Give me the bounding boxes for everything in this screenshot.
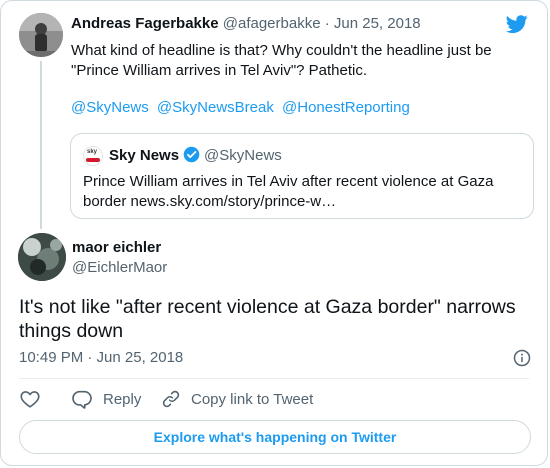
thread-connector-line — [40, 61, 42, 229]
mention-link[interactable]: @SkyNewsBreak — [157, 99, 274, 116]
author-name[interactable]: maor eichler — [72, 239, 161, 256]
explore-button[interactable]: Explore what's happening on Twitter — [19, 420, 531, 454]
sky-news-avatar: sky — [83, 146, 103, 166]
mention-link[interactable]: @SkyNews — [71, 99, 149, 116]
avatar[interactable] — [19, 13, 63, 57]
embedded-tweet-card: Andreas Fagerbakke @afagerbakke · Jun 25… — [0, 0, 548, 466]
author-name[interactable]: Andreas Fagerbakke — [71, 15, 219, 32]
sky-logo-icon: sky — [87, 149, 98, 155]
quoted-author-handle: @SkyNews — [204, 147, 282, 164]
author-handle[interactable]: @EichlerMaor — [72, 259, 167, 276]
link-icon — [162, 390, 180, 408]
author-handle[interactable]: @afagerbakke — [223, 15, 321, 32]
reply-button[interactable]: Reply — [71, 387, 141, 411]
quoted-tweet[interactable]: sky Sky News @SkyNews Prince William arri… — [70, 133, 534, 219]
verified-badge-icon — [183, 146, 200, 163]
parent-tweet-text: What kind of headline is that? Why could… — [71, 42, 492, 79]
divider — [19, 378, 529, 379]
info-icon[interactable] — [513, 349, 531, 367]
parent-tweet-header: Andreas Fagerbakke @afagerbakke · Jun 25… — [71, 15, 421, 32]
mention-link[interactable]: @HonestReporting — [282, 99, 410, 116]
reply-label: Reply — [103, 390, 142, 408]
separator: · — [324, 15, 330, 32]
quoted-author-name: Sky News — [109, 147, 180, 164]
logo-stripe — [86, 158, 100, 162]
avatar[interactable] — [18, 233, 66, 281]
copy-link-button[interactable]: Copy link to Tweet — [161, 387, 313, 411]
reply-icon — [72, 390, 92, 409]
tweet-text: It's not like "after recent violence at … — [19, 296, 516, 342]
mentions: @SkyNews @SkyNewsBreak @HonestReporting — [71, 99, 414, 116]
quoted-tweet-header: Sky News @SkyNews — [109, 146, 282, 164]
copy-link-label: Copy link to Tweet — [191, 390, 314, 408]
tweet-timestamp[interactable]: 10:49 PM · Jun 25, 2018 — [19, 349, 183, 366]
heart-icon — [20, 391, 40, 408]
tweet-date[interactable]: Jun 25, 2018 — [334, 15, 421, 32]
like-button[interactable] — [19, 387, 41, 411]
quoted-tweet-text: Prince William arrives in Tel Aviv after… — [83, 173, 494, 210]
twitter-bird-icon[interactable] — [505, 13, 529, 35]
